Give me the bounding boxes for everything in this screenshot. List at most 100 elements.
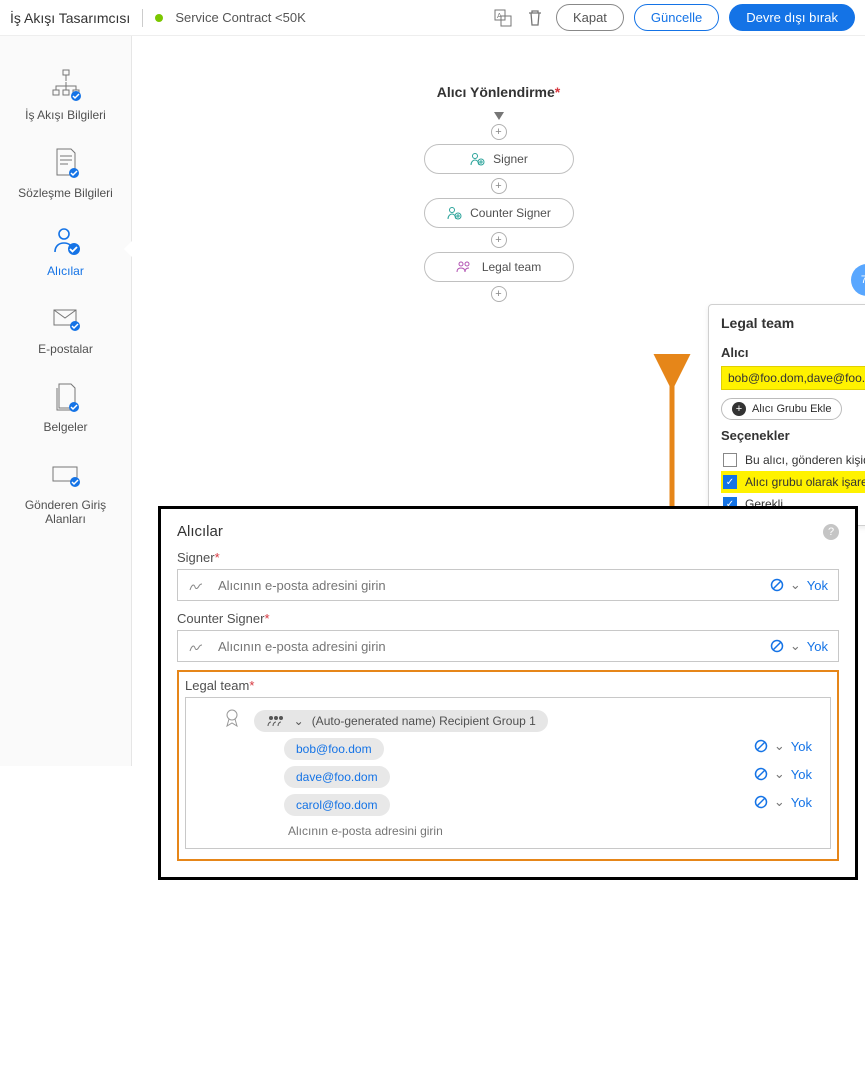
sidebar-item-agreement-info[interactable]: Sözleşme Bilgileri [0,132,131,210]
group-member-row: bob@foo.dom ⌄ Yok [194,732,822,760]
node-label: Counter Signer [470,206,551,220]
recipient-popover: Legal team Alıcı bob@foo.dom,dave@foo.do… [708,304,865,526]
close-button[interactable]: Kapat [556,4,624,31]
option-sender-is-recipient[interactable]: Bu alıcı, gönderen kişidir [721,449,865,471]
status-dot-icon [155,14,163,22]
header-left: İş Akışı Tasarımcısı Service Contract <5… [10,9,492,27]
legal-team-highlight-box: Legal team* ⌄ (Auto-generated name) Reci… [177,670,839,861]
sidebar-label: İş Akışı Bilgileri [25,108,106,122]
routing-title-text: Alıcı Yönlendirme [437,84,555,100]
pen-icon[interactable] [178,638,214,654]
auth-selector[interactable]: ⌄ Yok [744,738,822,754]
arrow-down-icon [494,112,504,120]
node-label: Legal team [482,260,541,274]
counter-signer-email-input[interactable] [214,639,760,654]
workflow-info-icon [49,68,83,102]
node-counter-signer[interactable]: Counter Signer [424,198,574,228]
chevron-down-icon: ⌄ [774,766,785,782]
sidebar-item-sender-inputs[interactable]: Gönderen Giriş Alanları [0,444,131,536]
emails-icon [49,302,83,336]
option-label: Bu alıcı, gönderen kişidir [745,453,865,467]
member-email-pill[interactable]: dave@foo.dom [284,766,390,788]
edge-badge: 76 [851,264,865,296]
required-asterisk: * [555,84,560,100]
plus-circle-icon: + [732,402,746,416]
sidebar-label: Belgeler [43,420,87,434]
update-button[interactable]: Güncelle [634,4,719,31]
options-section-label: Seçenekler [721,428,865,443]
sidebar-label: Alıcılar [47,264,84,278]
legal-team-group: ⌄ (Auto-generated name) Recipient Group … [185,697,831,849]
add-recipient-group-button[interactable]: + Alıcı Grubu Ekle [721,398,842,420]
auth-selector[interactable]: ⌄ Yok [744,766,822,782]
auth-selector[interactable]: ⌄ Yok [760,638,838,654]
auth-selector[interactable]: ⌄ Yok [744,794,822,810]
ribbon-icon [224,708,240,728]
none-icon [770,639,784,653]
add-step-button[interactable]: + [491,124,507,140]
signer-field-label: Signer* [177,550,839,565]
workflow-name: Service Contract <50K [175,10,305,25]
add-step-button[interactable]: + [491,286,507,302]
node-legal-team[interactable]: Legal team [424,252,574,282]
delete-icon[interactable] [524,7,546,29]
person-icon [446,205,462,221]
documents-icon [49,380,83,414]
member-email-pill[interactable]: bob@foo.dom [284,738,384,760]
node-signer[interactable]: Signer [424,144,574,174]
none-icon [770,578,784,592]
chevron-down-icon: ⌄ [774,738,785,754]
disable-button[interactable]: Devre dışı bırak [729,4,855,31]
sender-inputs-icon [49,458,83,492]
label-text: Signer [177,550,215,565]
none-icon [754,795,768,809]
node-label: Signer [493,152,528,166]
sidebar-item-recipients[interactable]: Alıcılar [0,210,131,288]
translate-icon[interactable]: A [492,7,514,29]
recipients-icon [49,224,83,258]
pen-icon[interactable] [178,577,214,593]
recipient-emails-input[interactable]: bob@foo.dom,dave@foo.dom,carol@foo.dom [721,366,865,390]
counter-signer-field-label: Counter Signer* [177,611,839,626]
chevron-down-icon: ⌄ [790,577,801,593]
recipient-flow: + Signer + Counter Signer + Legal team + [399,108,599,304]
group-member-row: carol@foo.dom ⌄ Yok [194,788,822,816]
add-step-button[interactable]: + [491,232,507,248]
group-name-label: (Auto-generated name) Recipient Group 1 [312,714,536,728]
add-step-button[interactable]: + [491,178,507,194]
none-icon [754,767,768,781]
svg-text:A: A [497,13,502,20]
auth-label: Yok [791,767,812,782]
sidebar-item-workflow-info[interactable]: İş Akışı Bilgileri [0,54,131,132]
routing-title: Alıcı Yönlendirme* [437,84,560,100]
group-member-row: dave@foo.dom ⌄ Yok [194,760,822,788]
checkbox-checked-icon[interactable]: ✓ [723,475,737,489]
signer-email-input[interactable] [214,578,760,593]
sender-panel-title: Alıcılar [177,523,223,540]
header-bar: İş Akışı Tasarımcısı Service Contract <5… [0,0,865,36]
recipient-group-pill[interactable]: ⌄ (Auto-generated name) Recipient Group … [254,710,548,732]
help-icon[interactable]: ? [823,524,839,540]
sidebar-item-documents[interactable]: Belgeler [0,366,131,444]
header-actions: A Kapat Güncelle Devre dışı bırak [492,4,855,31]
person-icon [469,151,485,167]
agreement-info-icon [49,146,83,180]
auth-selector[interactable]: ⌄ Yok [760,577,838,593]
checkbox-icon[interactable] [723,453,737,467]
recipient-section-label: Alıcı [721,345,865,360]
sidebar: İş Akışı Bilgileri Sözleşme Bilgileri Al… [0,36,132,766]
sender-view-panel: Alıcılar ? Signer* ⌄ Yok Counter Signer*… [158,506,858,880]
label-text: Legal team [185,678,249,693]
member-email-pill[interactable]: carol@foo.dom [284,794,390,816]
auth-label: Yok [791,795,812,810]
counter-signer-input-row: ⌄ Yok [177,630,839,662]
sidebar-item-emails[interactable]: E-postalar [0,288,131,366]
chevron-down-icon: ⌄ [774,794,785,810]
popover-options: Seçenekler Bu alıcı, gönderen kişidir ✓ … [709,420,865,515]
signer-input-row: ⌄ Yok [177,569,839,601]
label-text: Counter Signer [177,611,264,626]
auth-label: Yok [807,578,828,593]
option-mark-as-group[interactable]: ✓ Alıcı grubu olarak işaretle [721,471,865,493]
popover-recipient-section: Alıcı bob@foo.dom,dave@foo.dom,carol@foo… [709,339,865,420]
add-member-hint[interactable]: Alıcının e-posta adresini girin [288,824,822,838]
